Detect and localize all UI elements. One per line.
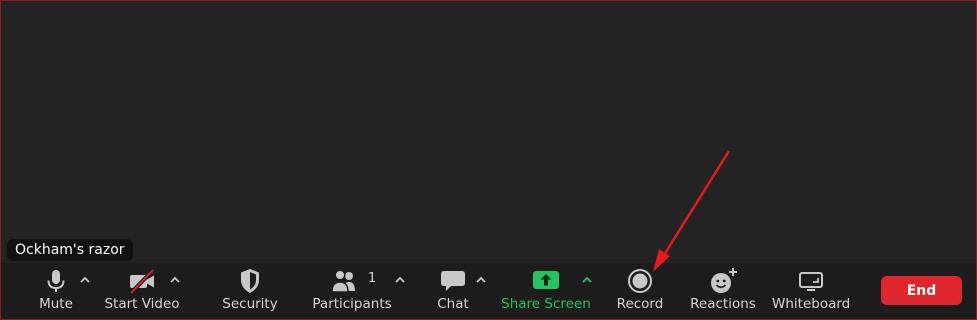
participants-options-chevron-up-icon[interactable] (393, 273, 407, 287)
chat-button[interactable]: Chat (427, 263, 479, 319)
security-label: Security (222, 296, 278, 312)
share-screen-icon (531, 266, 561, 296)
participant-name-tag: Ockham's razor (7, 239, 133, 261)
start-video-button[interactable]: Start Video (101, 263, 183, 319)
whiteboard-label: Whiteboard (772, 296, 851, 312)
start-video-label: Start Video (104, 296, 180, 312)
reactions-label: Reactions (690, 296, 756, 312)
participants-label: Participants (312, 296, 392, 312)
video-options-chevron-up-icon[interactable] (168, 273, 182, 287)
reactions-button[interactable]: Reactions (689, 263, 757, 319)
participants-button[interactable]: 1 Participants (311, 263, 393, 319)
meeting-toolbar: Mute Start Video Security 1 Participants… (1, 263, 976, 319)
shield-icon (235, 266, 265, 296)
whiteboard-icon (796, 266, 826, 296)
record-label: Record (616, 296, 664, 312)
record-button[interactable]: Record (611, 263, 669, 319)
chat-label: Chat (437, 296, 469, 312)
share-screen-button[interactable]: Share Screen (501, 263, 591, 319)
video-camera-off-icon (127, 266, 157, 296)
meeting-window: Ockham's razor Mute Start Video Security… (0, 0, 977, 320)
microphone-icon (41, 266, 71, 296)
whiteboard-button[interactable]: Whiteboard (772, 263, 850, 319)
end-meeting-button[interactable]: End (881, 276, 962, 305)
share-screen-label: Share Screen (501, 296, 591, 312)
participants-icon (329, 266, 359, 296)
mute-options-chevron-up-icon[interactable] (78, 273, 92, 287)
security-button[interactable]: Security (215, 263, 285, 319)
chat-bubble-icon (438, 266, 468, 296)
record-icon (625, 266, 655, 296)
participants-count: 1 (368, 271, 377, 286)
share-options-chevron-up-icon[interactable] (580, 273, 594, 287)
reaction-smiley-icon (708, 266, 738, 296)
mute-button[interactable]: Mute (25, 263, 87, 319)
mute-label: Mute (39, 296, 73, 312)
chat-options-chevron-up-icon[interactable] (474, 273, 488, 287)
